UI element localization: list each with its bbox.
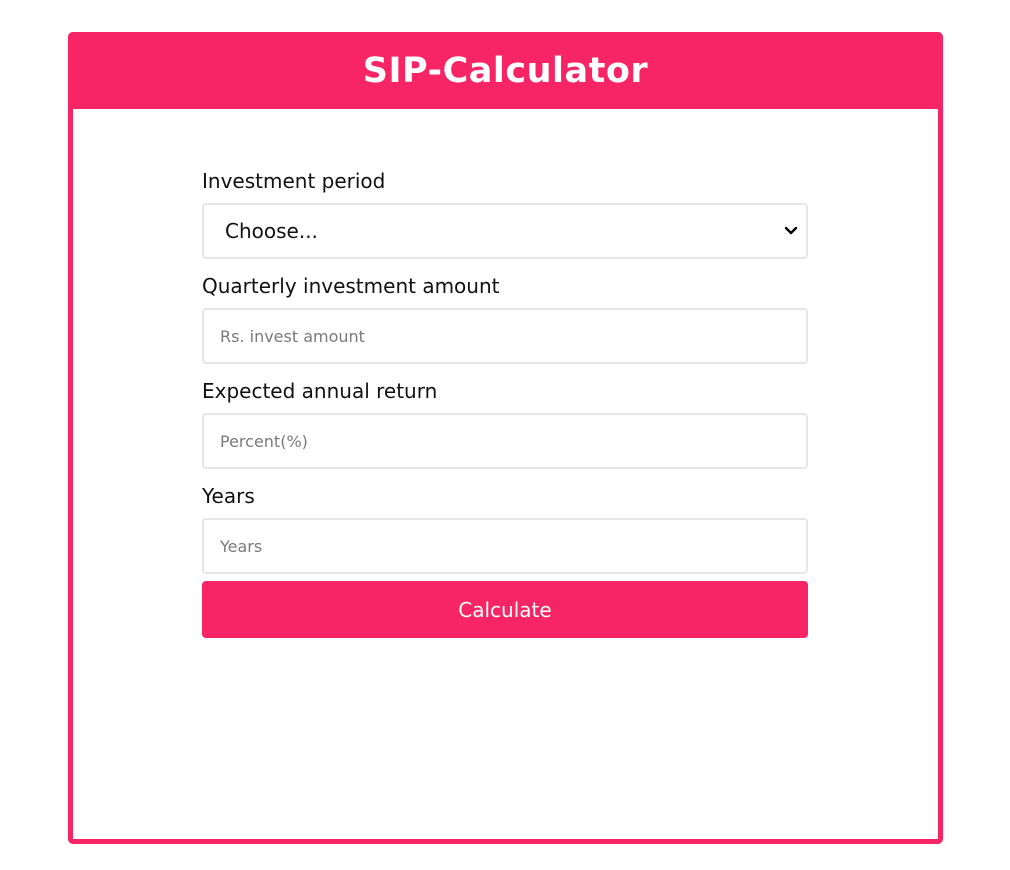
years-input[interactable] [202, 518, 808, 574]
annual-return-input[interactable] [202, 413, 808, 469]
page-title: SIP-Calculator [362, 50, 649, 91]
sip-calculator-card: SIP-Calculator Investment period Choose.… [68, 32, 943, 844]
investment-amount-label: Quarterly investment amount [202, 274, 500, 298]
chevron-down-icon [784, 226, 798, 235]
investment-period-label: Investment period [202, 169, 386, 193]
annual-return-label: Expected annual return [202, 379, 438, 403]
investment-amount-input[interactable] [202, 308, 808, 364]
investment-period-select[interactable]: Choose... [202, 203, 808, 259]
sip-form: Investment period Choose... Quarterly in… [202, 168, 808, 638]
years-label: Years [202, 484, 255, 508]
investment-period-selected-value: Choose... [225, 219, 318, 243]
calculate-button[interactable]: Calculate [202, 581, 808, 638]
card-header: SIP-Calculator [68, 32, 943, 109]
